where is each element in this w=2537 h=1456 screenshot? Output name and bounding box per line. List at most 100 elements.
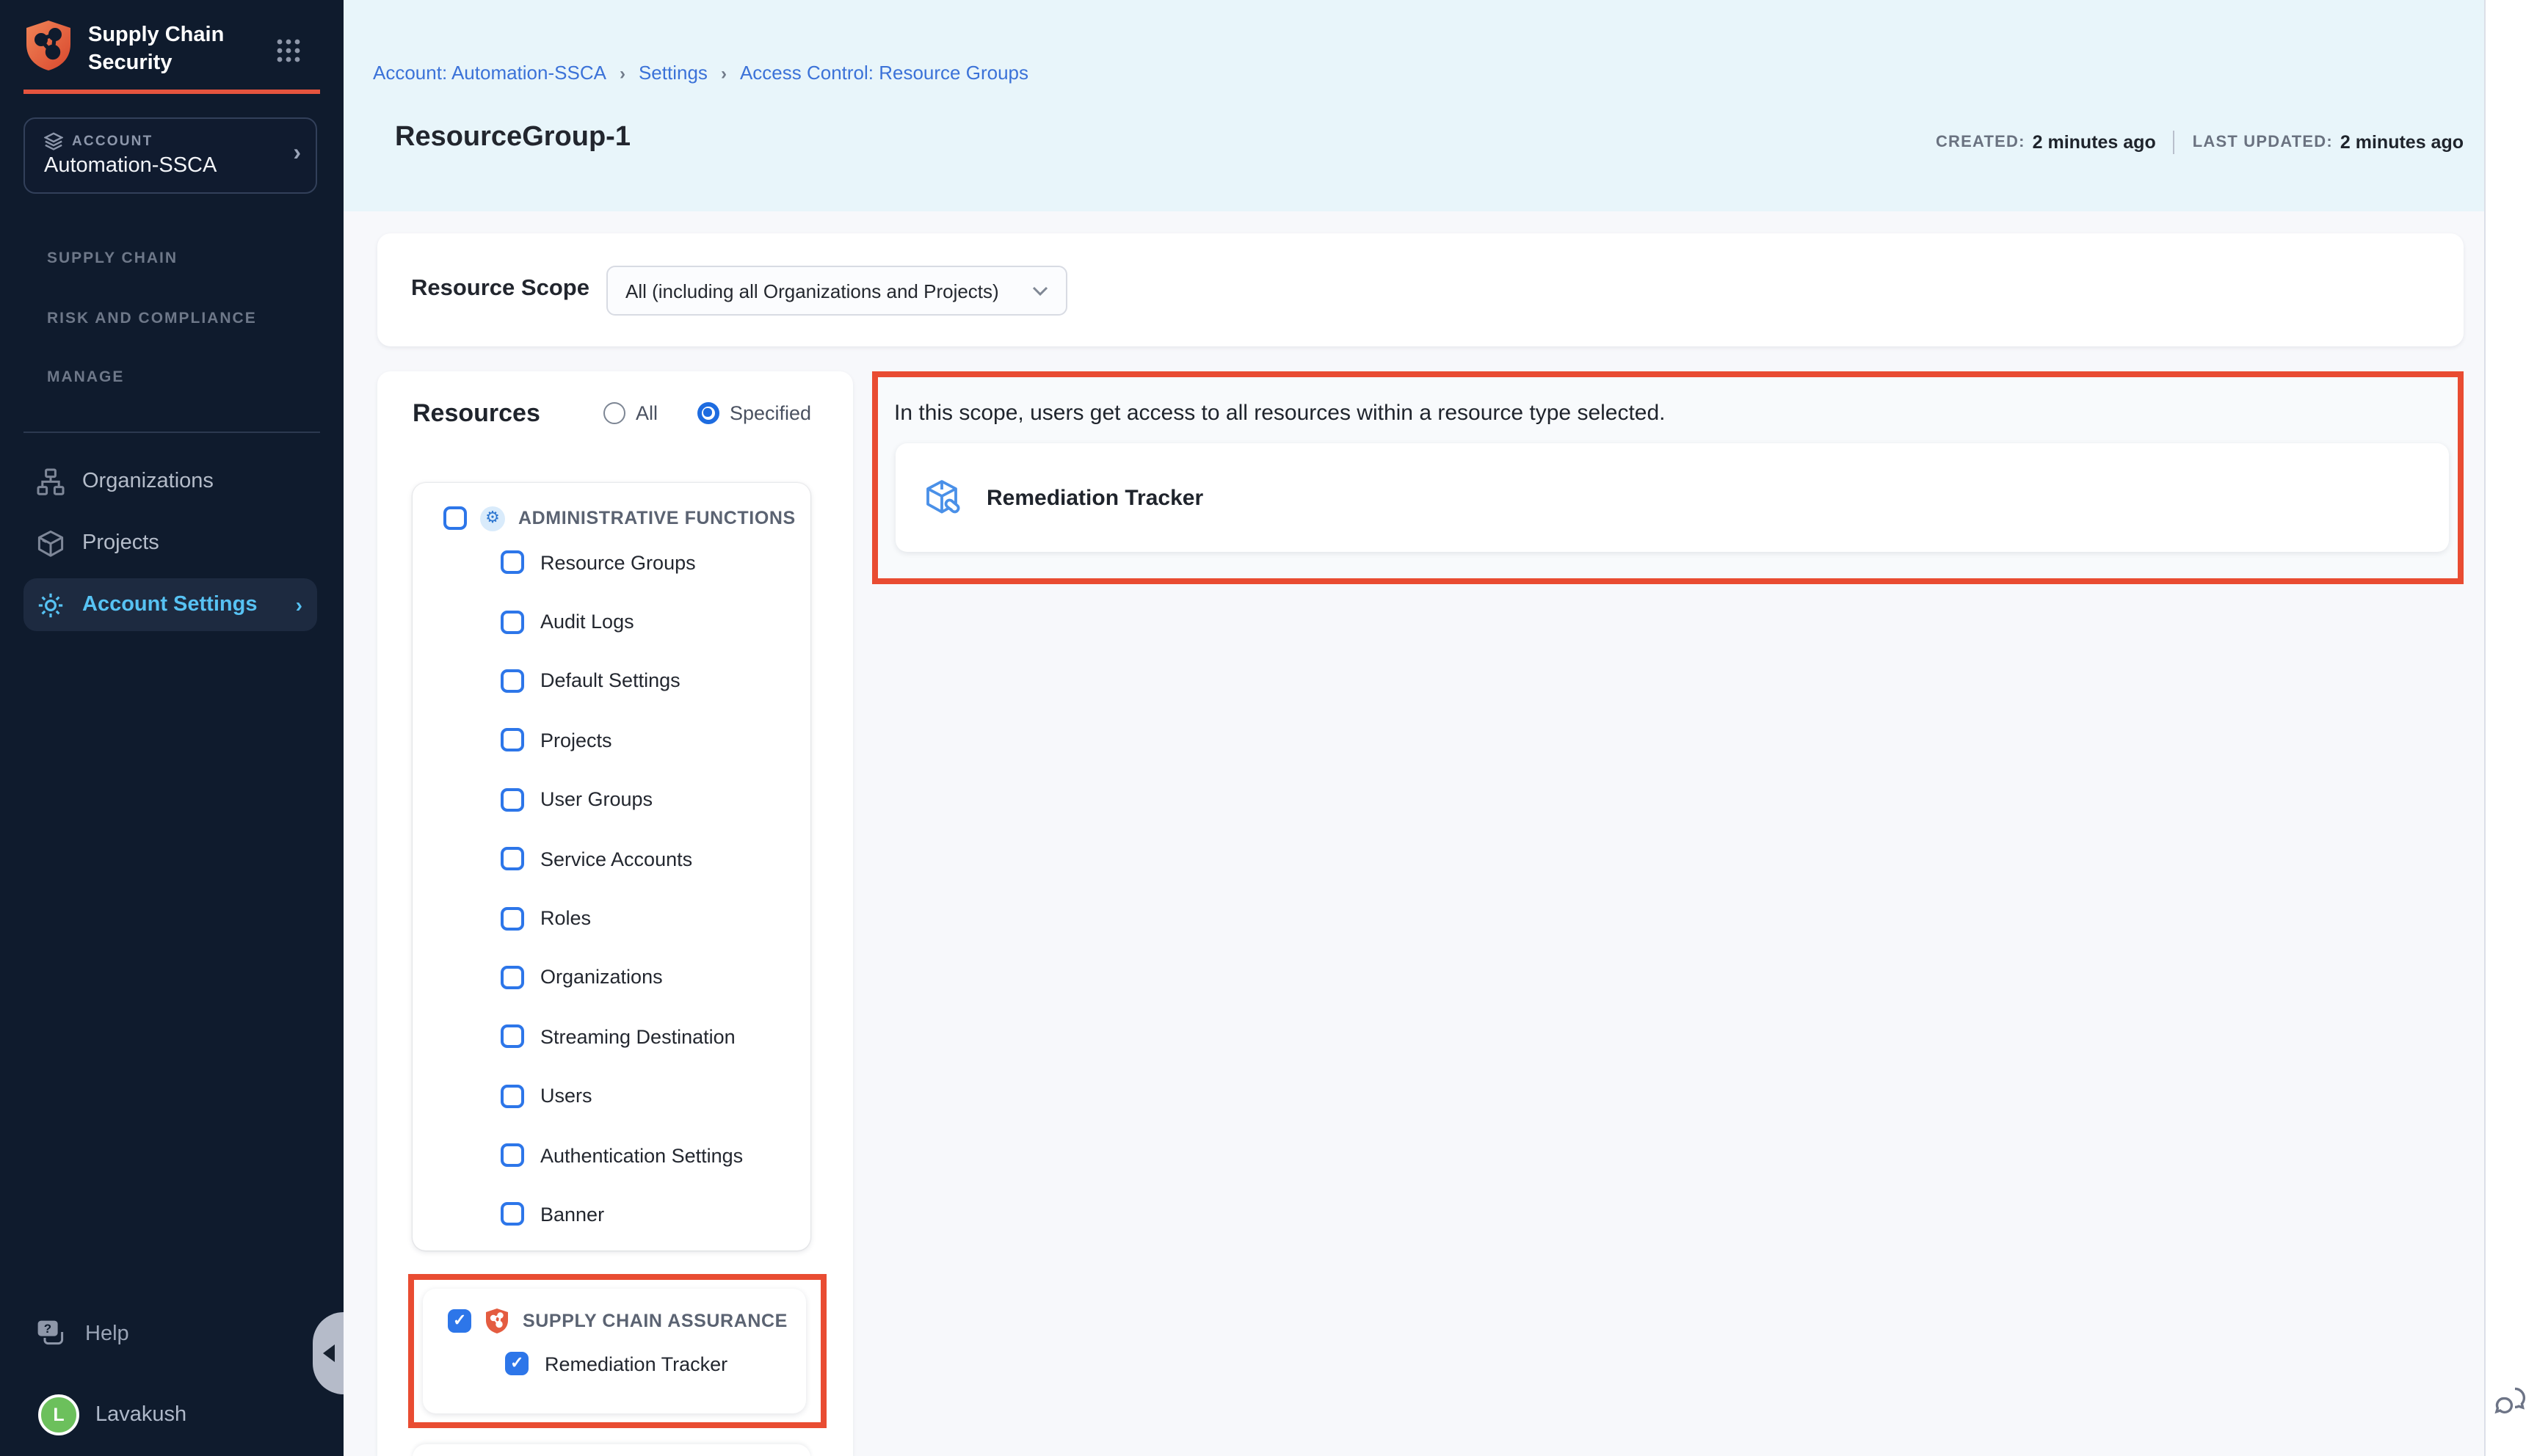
group-header: SUPPLY CHAIN ASSURANCE bbox=[423, 1289, 806, 1336]
resource-row-service-accounts[interactable]: Service Accounts bbox=[413, 829, 810, 889]
radio-specified[interactable]: Specified bbox=[697, 402, 811, 424]
breadcrumb-access-control[interactable]: Access Control: Resource Groups bbox=[740, 62, 1028, 84]
resource-label: Roles bbox=[540, 907, 591, 929]
resource-scope-selected: All (including all Organizations and Pro… bbox=[625, 280, 999, 302]
checkbox-streaming-destination[interactable] bbox=[501, 1025, 524, 1049]
sidebar-item-account-settings[interactable]: Account Settings › bbox=[23, 578, 317, 631]
module-grid-icon[interactable] bbox=[276, 38, 301, 63]
group-header: ADMINISTRATIVE FUNCTIONS bbox=[413, 483, 810, 533]
checkbox-authentication-settings[interactable] bbox=[501, 1143, 524, 1167]
checkbox-supply-chain-assurance[interactable] bbox=[448, 1309, 471, 1333]
group-card-administrative-functions: ADMINISTRATIVE FUNCTIONS Resource Groups… bbox=[413, 483, 810, 1251]
checkbox-audit-logs[interactable] bbox=[501, 610, 524, 633]
resource-label: Resource Groups bbox=[540, 551, 696, 573]
radio-all[interactable]: All bbox=[603, 402, 658, 424]
account-label: ACCOUNT bbox=[72, 134, 153, 150]
radio-all-label: All bbox=[636, 402, 658, 424]
resource-label: Default Settings bbox=[540, 670, 680, 692]
resource-scope-dropdown[interactable]: All (including all Organizations and Pro… bbox=[606, 266, 1067, 316]
resource-row-authentication-settings[interactable]: Authentication Settings bbox=[413, 1126, 810, 1185]
resource-row-roles[interactable]: Roles bbox=[413, 889, 810, 948]
selected-resource-card: Remediation Tracker bbox=[896, 443, 2449, 552]
checkbox-resource-groups[interactable] bbox=[501, 550, 524, 574]
sidebar-collapse-handle[interactable] bbox=[313, 1312, 344, 1394]
radio-circle-icon[interactable] bbox=[697, 402, 719, 424]
resources-title: Resources bbox=[413, 399, 540, 429]
account-selector[interactable]: ACCOUNT Automation-SSCA › bbox=[23, 117, 317, 194]
resource-label: Banner bbox=[540, 1204, 604, 1226]
app-root: Supply Chain Security ACCOUNT Automat bbox=[0, 0, 2537, 1456]
resource-row-banner[interactable]: Banner bbox=[413, 1185, 810, 1245]
help-chat-icon: ? bbox=[37, 1320, 68, 1349]
checkbox-administrative-functions[interactable] bbox=[443, 506, 467, 530]
resource-row-audit-logs[interactable]: Audit Logs bbox=[413, 592, 810, 652]
resource-label: Authentication Settings bbox=[540, 1144, 743, 1166]
updated-value: 2 minutes ago bbox=[2340, 132, 2464, 153]
page-header: Account: Automation-SSCA › Settings › Ac… bbox=[344, 0, 2484, 211]
checkbox-service-accounts[interactable] bbox=[501, 847, 524, 870]
shield-logo-icon bbox=[23, 19, 73, 72]
breadcrumb-settings[interactable]: Settings bbox=[639, 62, 708, 84]
checkbox-banner[interactable] bbox=[501, 1203, 524, 1226]
resource-row-default-settings[interactable]: Default Settings bbox=[413, 652, 810, 711]
breadcrumb-separator-icon: › bbox=[620, 62, 625, 83]
highlight-box-supply-chain-assurance: SUPPLY CHAIN ASSURANCE Remediation Track… bbox=[408, 1274, 827, 1428]
shield-badge-icon bbox=[484, 1308, 509, 1334]
meta-divider bbox=[2174, 131, 2175, 154]
resource-label: Service Accounts bbox=[540, 848, 692, 870]
meta-timestamps: CREATED: 2 minutes ago LAST UPDATED: 2 m… bbox=[1936, 131, 2464, 154]
checkbox-projects[interactable] bbox=[501, 729, 524, 752]
created-value: 2 minutes ago bbox=[2033, 132, 2156, 153]
chat-bubbles-icon[interactable] bbox=[2494, 1386, 2528, 1419]
chevron-right-icon: › bbox=[293, 141, 301, 167]
breadcrumb: Account: Automation-SSCA › Settings › Ac… bbox=[373, 62, 1028, 84]
checkbox-user-groups[interactable] bbox=[501, 788, 524, 812]
radio-circle-icon[interactable] bbox=[603, 402, 625, 424]
resource-label: Streaming Destination bbox=[540, 1026, 736, 1048]
resource-row-user-groups[interactable]: User Groups bbox=[413, 770, 810, 829]
sidebar-section-risk-and-compliance[interactable]: RISK AND COMPLIANCE bbox=[47, 310, 257, 327]
sidebar-section-supply-chain[interactable]: SUPPLY CHAIN bbox=[47, 250, 178, 267]
brand-accent-line bbox=[23, 90, 320, 94]
org-chart-icon bbox=[37, 467, 65, 495]
svg-text:?: ? bbox=[44, 1322, 51, 1336]
breadcrumb-account[interactable]: Account: Automation-SSCA bbox=[373, 62, 606, 84]
help-button[interactable]: ? Help bbox=[37, 1320, 129, 1349]
sidebar-item-label: Account Settings bbox=[82, 593, 257, 616]
resource-scope-label: Resource Scope bbox=[411, 276, 589, 302]
checkbox-roles[interactable] bbox=[501, 906, 524, 930]
resource-label: User Groups bbox=[540, 789, 653, 811]
page-title: ResourceGroup-1 bbox=[395, 122, 631, 154]
sidebar-item-label: Organizations bbox=[82, 470, 214, 493]
updated-label: LAST UPDATED: bbox=[2193, 134, 2333, 151]
checkbox-users[interactable] bbox=[501, 1084, 524, 1107]
avatar: L bbox=[38, 1394, 79, 1435]
resource-label: Remediation Tracker bbox=[545, 1353, 727, 1375]
resource-row-users[interactable]: Users bbox=[413, 1066, 810, 1126]
product-logo: Supply Chain Security bbox=[23, 19, 224, 78]
checkbox-remediation-tracker[interactable] bbox=[505, 1352, 529, 1375]
next-group-card-partial bbox=[413, 1444, 810, 1456]
chevron-down-icon bbox=[1032, 285, 1048, 296]
checkbox-default-settings[interactable] bbox=[501, 669, 524, 693]
resource-row-organizations[interactable]: Organizations bbox=[413, 947, 810, 1007]
resource-row-projects[interactable]: Projects bbox=[413, 710, 810, 770]
resource-row-streaming-destination[interactable]: Streaming Destination bbox=[413, 1007, 810, 1066]
sidebar-item-organizations[interactable]: Organizations bbox=[23, 455, 317, 508]
layers-icon bbox=[44, 132, 63, 151]
created-label: CREATED: bbox=[1936, 134, 2025, 151]
resource-row-remediation-tracker[interactable]: Remediation Tracker bbox=[423, 1336, 806, 1391]
sidebar-item-projects[interactable]: Projects bbox=[23, 517, 317, 569]
resource-label: Projects bbox=[540, 729, 612, 751]
resource-row-resource-groups[interactable]: Resource Groups bbox=[413, 533, 810, 592]
group-title: SUPPLY CHAIN ASSURANCE bbox=[523, 1311, 788, 1331]
breadcrumb-separator-icon: › bbox=[721, 62, 727, 83]
user-name: Lavakush bbox=[95, 1403, 186, 1427]
selected-resources-panel: In this scope, users get access to all r… bbox=[872, 371, 2464, 584]
checkbox-organizations[interactable] bbox=[501, 966, 524, 989]
sidebar-item-label: Projects bbox=[82, 531, 159, 555]
user-menu[interactable]: L Lavakush bbox=[38, 1394, 186, 1435]
resources-panel: Resources All Specified ADMINISTRATIVE F… bbox=[377, 371, 853, 1456]
sidebar-section-manage[interactable]: MANAGE bbox=[47, 368, 124, 386]
product-title: Supply Chain Security bbox=[88, 19, 224, 78]
